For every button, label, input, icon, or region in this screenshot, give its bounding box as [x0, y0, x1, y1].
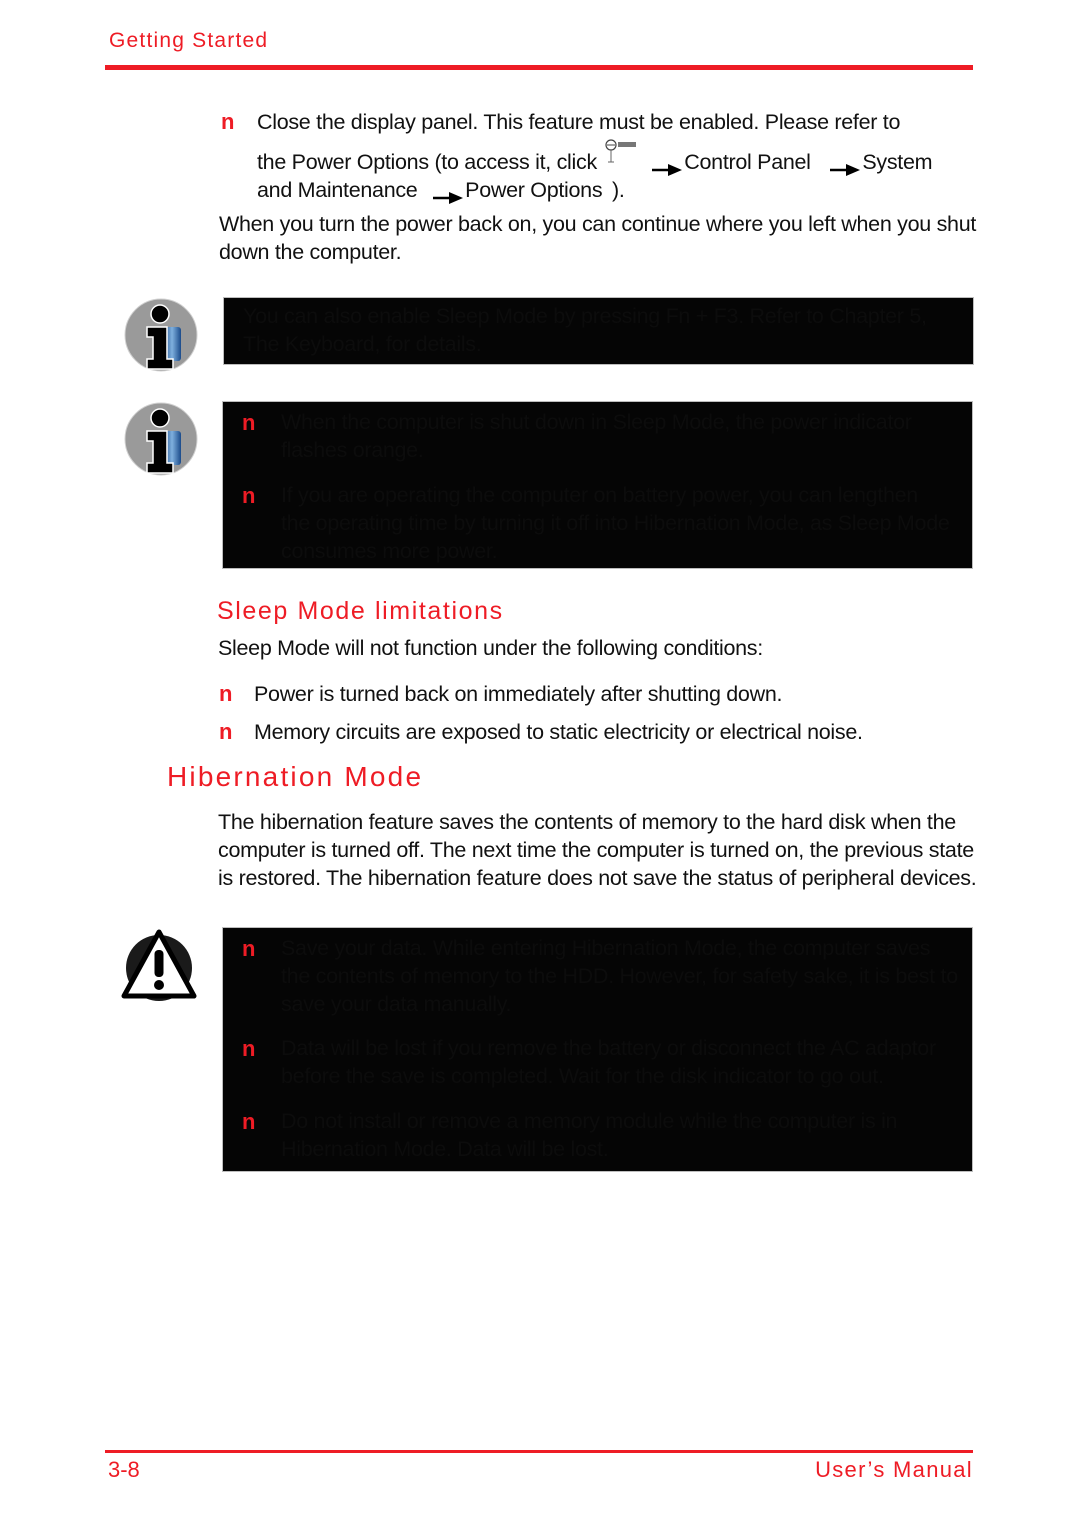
note-text-line: the operating time by turning it off int…: [281, 511, 950, 535]
section-heading: Sleep Mode limitations: [217, 597, 504, 625]
warning-icon: [121, 928, 197, 1009]
paragraph-line: computer is turned off. The next time th…: [218, 838, 974, 862]
section-title: Getting Started: [109, 29, 269, 52]
caution-text-line: Save your data. While entering Hibernati…: [281, 936, 931, 960]
note-text-line: The Keyboard, for details.: [243, 332, 482, 356]
info-icon: [123, 401, 199, 482]
bullet-marker: n: [242, 483, 256, 508]
info-icon: [123, 297, 199, 378]
breadcrumb-power-options: Power Options: [465, 178, 603, 202]
bullet-marker: n: [219, 681, 233, 706]
note-text-line: When the computer is shut down in Sleep …: [281, 410, 912, 434]
windows-start-icon: [603, 138, 641, 168]
note-box: n When the computer is shut down in Slee…: [222, 401, 973, 569]
manual-title: User’s Manual: [815, 1457, 973, 1482]
caution-text-line: Data will be lost if you remove the batt…: [281, 1036, 936, 1060]
bullet-marker: n: [242, 1036, 256, 1061]
list-item: Power is turned back on immediately afte…: [254, 682, 783, 706]
page-number: 3-8: [108, 1457, 140, 1482]
list-item: Memory circuits are exposed to static el…: [254, 720, 863, 744]
arrow-right-icon: [830, 156, 861, 177]
caution-text-line: before the save is completed. Wait for t…: [281, 1064, 884, 1088]
note-text-line: You can also enable Sleep Mode by pressi…: [243, 304, 927, 328]
caution-text-line: the contents of memory to the HDD. Howev…: [281, 964, 958, 988]
arrow-right-icon: [652, 156, 683, 177]
paragraph-line: is restored. The hibernation feature doe…: [218, 866, 977, 890]
bullet-marker: n: [221, 109, 235, 134]
bullet-text-line: and Maintenance Power Options ).: [257, 176, 625, 205]
paragraph-line: When you turn the power back on, you can…: [219, 212, 977, 236]
bullet-marker: n: [219, 719, 233, 744]
note-text-line: consumes more power.: [281, 539, 498, 563]
bullet-marker: n: [242, 410, 256, 435]
bullet-marker: n: [242, 936, 256, 961]
note-box: You can also enable Sleep Mode by pressi…: [223, 297, 974, 365]
breadcrumb-system-cont: and Maintenance: [257, 178, 418, 202]
caution-text-line: save your data manually.: [281, 992, 512, 1016]
bullet-marker: n: [242, 1109, 256, 1134]
caution-box: n Save your data. While entering Hiberna…: [222, 927, 973, 1172]
header-rule: [105, 65, 973, 70]
bullet-text-fragment: the Power Options (to access it, click: [257, 150, 597, 174]
page-heading: Hibernation Mode: [167, 761, 424, 792]
paragraph-line: Sleep Mode will not function under the f…: [218, 636, 763, 660]
breadcrumb-control-panel: Control Panel: [684, 150, 811, 174]
caution-text-line: Do not install or remove a memory module…: [281, 1109, 898, 1133]
paragraph-line: The hibernation feature saves the conten…: [218, 810, 956, 834]
note-text-line: If you are operating the computer on bat…: [281, 483, 918, 507]
bullet-text-line: Close the display panel. This feature mu…: [257, 110, 901, 134]
bullet-text-line: the Power Options (to access it, click C…: [257, 139, 933, 178]
arrow-right-icon: [433, 184, 464, 205]
note-text-line: flashes orange.: [281, 438, 424, 462]
breadcrumb-system: System: [862, 150, 933, 174]
bullet-text-fragment: ).: [611, 178, 625, 202]
footer-rule: [105, 1450, 973, 1453]
paragraph-line: down the computer.: [219, 240, 402, 264]
caution-text-line: Hibernation Mode. Data will be lost.: [281, 1137, 609, 1161]
